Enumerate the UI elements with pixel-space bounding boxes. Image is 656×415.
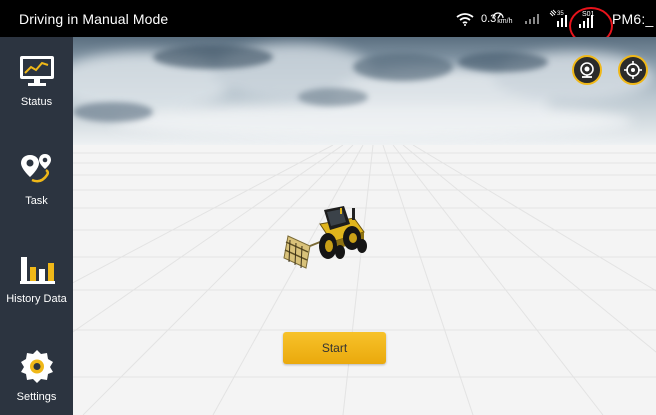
bar-chart-icon (17, 248, 57, 288)
clock: PM6:_ (612, 10, 654, 27)
camera-icon (580, 62, 594, 78)
monitor-chart-icon (17, 51, 57, 91)
speed-unit: km/h (497, 18, 513, 25)
speedometer-icon (492, 11, 505, 18)
sidebar-item-label: Status (20, 96, 53, 108)
sidebar-item-settings[interactable]: Settings (0, 346, 73, 415)
sidebar-item-label: History Data (6, 293, 67, 305)
3d-scene-view[interactable]: Start (73, 37, 656, 415)
start-button[interactable]: Start (283, 332, 386, 364)
wifi-icon (456, 0, 474, 37)
gear-icon (17, 346, 57, 386)
speed-readout: 0.3 km/h (481, 0, 512, 37)
sidebar-item-history-data[interactable]: History Data (0, 248, 73, 328)
locate-button[interactable] (618, 55, 648, 85)
satellite-count: 35 (557, 11, 564, 17)
sidebar-item-label: Task (25, 195, 48, 207)
route-pin-icon (17, 150, 57, 190)
sky-backdrop (73, 37, 656, 145)
sidebar-item-label: Settings (16, 391, 57, 403)
tractor-model (283, 206, 367, 269)
cloud-layer (73, 44, 653, 140)
sidebar: Status Task History Data Settings (0, 37, 73, 415)
cellular-signal-icon (525, 0, 539, 37)
satellite-status: 35 (549, 0, 571, 37)
app-window: Driving in Manual Mode 0.3 km/h 35 S01 P… (0, 0, 656, 415)
sidebar-item-task[interactable]: Task (0, 150, 73, 230)
harrow-implement (283, 235, 321, 269)
camera-view-button[interactable] (572, 55, 602, 85)
crosshair-icon (624, 61, 642, 79)
status-bar: Driving in Manual Mode 0.3 km/h 35 S01 P… (0, 0, 656, 45)
driving-mode-title: Driving in Manual Mode (19, 11, 169, 27)
sidebar-item-status[interactable]: Status (0, 51, 73, 131)
